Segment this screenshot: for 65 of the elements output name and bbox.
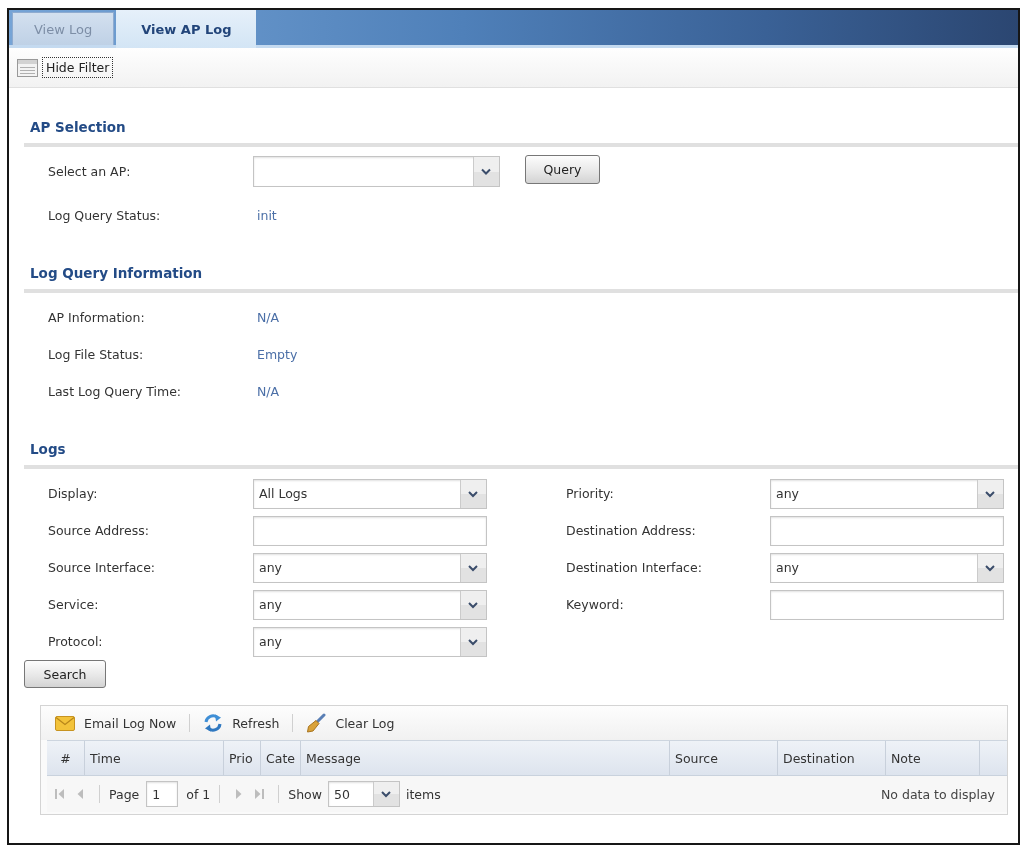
dropdown[interactable]	[253, 156, 500, 187]
pager-label: items	[406, 786, 441, 802]
field-value: N/A	[257, 384, 280, 399]
field-label: Last Log Query Time:	[48, 384, 182, 399]
field-label: Destination Address:	[566, 523, 696, 538]
field-label: Source Address:	[48, 523, 149, 538]
chevron-icon	[977, 553, 1003, 582]
field-value: Empty	[257, 347, 298, 362]
chevron-icon	[460, 479, 486, 508]
field-label: Protocol:	[48, 634, 103, 649]
dropdown[interactable]: any	[253, 589, 487, 620]
chevron-icon	[460, 553, 486, 582]
dropdown[interactable]: any	[253, 626, 487, 657]
section-heading: Logs	[29, 440, 66, 459]
pager-label: Show	[288, 786, 322, 802]
column-header[interactable]: Prio	[224, 741, 261, 775]
chevron-icon	[460, 590, 486, 619]
pager-label: of 1	[186, 786, 211, 802]
email-log-button[interactable]: Email Log Now	[51, 715, 181, 731]
status-text: No data to display	[881, 786, 996, 802]
field-label: AP Information:	[48, 310, 145, 325]
column-header[interactable]: #	[47, 741, 85, 775]
chevron-icon	[977, 479, 1003, 508]
field-label: Priority:	[566, 486, 614, 501]
section-heading: Log Query Information	[29, 264, 203, 283]
chevron-icon	[473, 157, 499, 186]
text-field[interactable]	[253, 515, 487, 546]
clear-log-button[interactable]: Clear Log	[302, 713, 399, 733]
search-button[interactable]: Search	[24, 660, 106, 688]
dropdown[interactable]: any	[253, 552, 487, 583]
text-field[interactable]	[770, 515, 1004, 546]
field-value: N/A	[257, 310, 280, 325]
field-label: Select an AP:	[48, 164, 131, 179]
column-header[interactable]: Cate	[261, 741, 301, 775]
tab[interactable]: View AP Log	[116, 10, 257, 48]
field-label: Display:	[48, 486, 98, 501]
field-label: Destination Interface:	[566, 560, 702, 575]
section-heading: AP Selection	[29, 118, 126, 137]
field-value: init	[257, 208, 277, 223]
field-label: Service:	[48, 597, 99, 612]
dropdown[interactable]: any	[770, 478, 1004, 509]
brush-icon	[306, 713, 327, 733]
column-header[interactable]: Destination	[778, 741, 886, 775]
column-header[interactable]: Message	[301, 741, 670, 775]
hide-filter-button[interactable]: Hide Filter	[42, 57, 114, 78]
column-header[interactable]: Note	[886, 741, 980, 775]
pager-label: Page	[109, 786, 140, 802]
page-size-dropdown[interactable]: 50	[328, 781, 400, 807]
field-label: Keyword:	[566, 597, 624, 612]
field-label: Log Query Status:	[48, 208, 161, 223]
refresh-icon	[203, 713, 224, 733]
text-field[interactable]	[770, 589, 1004, 620]
refresh-button[interactable]: Refresh	[199, 713, 284, 733]
chevron-icon	[373, 782, 399, 806]
column-header[interactable]: Time	[85, 741, 224, 775]
chevron-icon	[460, 627, 486, 656]
field-label: Source Interface:	[48, 560, 156, 575]
query-button[interactable]: Query	[525, 155, 600, 184]
envelope-icon	[55, 715, 75, 731]
column-header[interactable]: Source	[670, 741, 778, 775]
list-icon	[17, 58, 38, 77]
dropdown[interactable]: All Logs	[253, 478, 487, 509]
dropdown[interactable]: any	[770, 552, 1004, 583]
page-field[interactable]: 1	[146, 781, 179, 807]
field-label: Log File Status:	[48, 347, 144, 362]
